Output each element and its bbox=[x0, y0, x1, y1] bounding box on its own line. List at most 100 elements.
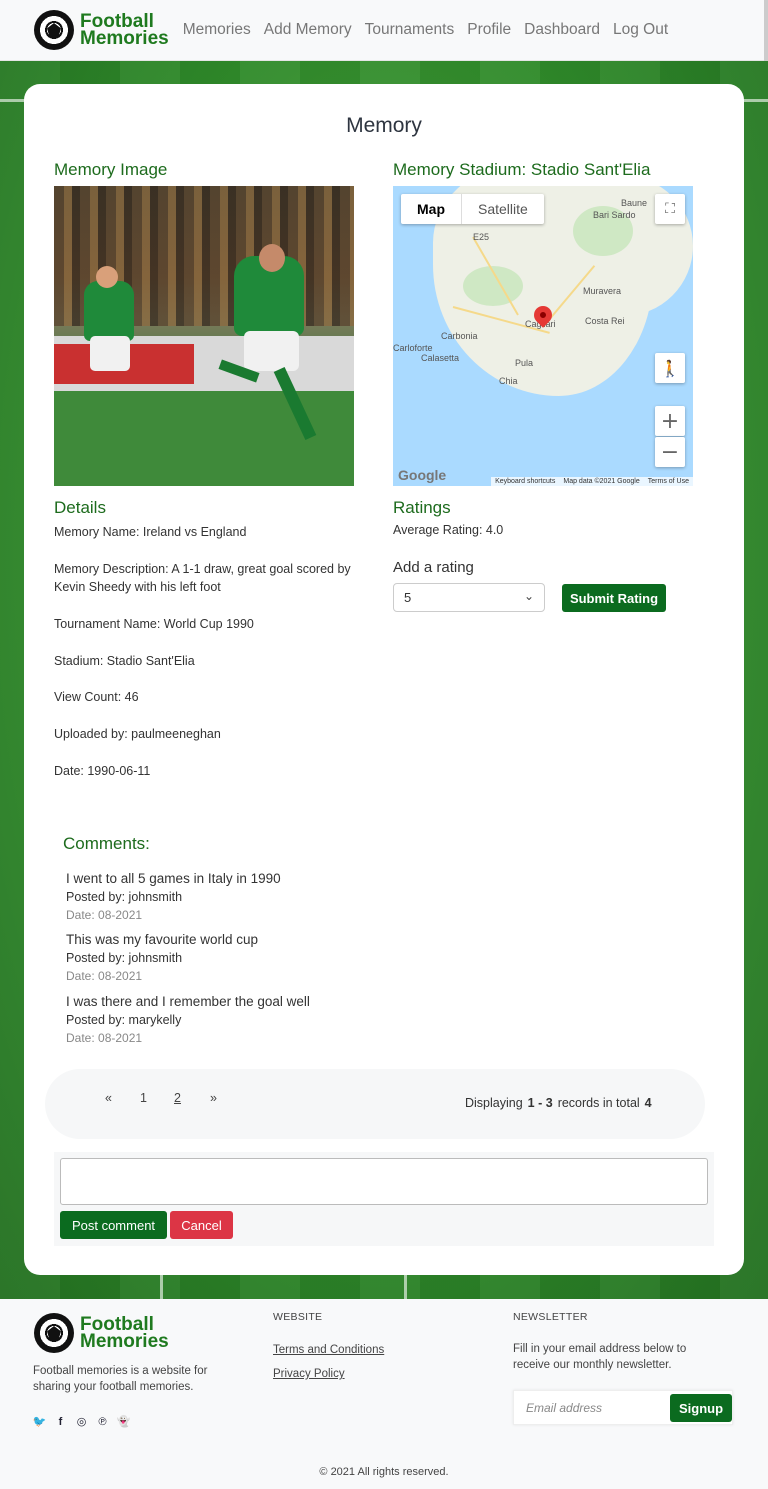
comment-item: I went to all 5 games in Italy in 1990 P… bbox=[66, 870, 281, 924]
snapchat-icon[interactable]: 👻 bbox=[117, 1415, 131, 1428]
memory-description: Memory Description: A 1-1 draw, great go… bbox=[54, 562, 351, 594]
brand-name: Football Memories bbox=[80, 1315, 169, 1352]
map-attribution: Keyboard shortcuts Map data ©2021 Google… bbox=[491, 477, 693, 486]
comment-item: This was my favourite world cup Posted b… bbox=[66, 931, 258, 985]
map-label: Costa Rei bbox=[585, 316, 625, 326]
instagram-icon[interactable]: ◎ bbox=[75, 1415, 88, 1428]
pagination-displaying: Displaying bbox=[465, 1096, 523, 1110]
nav-item-add-memory[interactable]: Add Memory bbox=[264, 21, 352, 39]
navbar: Football Memories Memories Add Memory To… bbox=[0, 0, 768, 61]
photo-turf bbox=[54, 391, 354, 486]
brand-line2: Memories bbox=[80, 1331, 169, 1352]
facebook-icon[interactable]: f bbox=[54, 1415, 67, 1428]
comment-date: Date: 08-2021 bbox=[66, 1031, 143, 1045]
map-label: Carbonia bbox=[441, 331, 478, 341]
nav-item-profile[interactable]: Profile bbox=[467, 21, 511, 39]
satellite-tab[interactable]: Satellite bbox=[462, 194, 544, 224]
submit-rating-button[interactable]: Submit Rating bbox=[562, 584, 666, 612]
add-rating-label: Add a rating bbox=[393, 559, 474, 576]
signup-button[interactable]: Signup bbox=[670, 1394, 732, 1422]
photo-player-kicking bbox=[244, 331, 299, 371]
map-label: Baune bbox=[621, 198, 648, 208]
zoom-in-icon[interactable]: + bbox=[655, 406, 685, 436]
average-rating: Average Rating: 4.0 bbox=[393, 523, 504, 537]
pagination-range: 1 - 3 bbox=[527, 1096, 553, 1110]
football-icon bbox=[34, 1313, 74, 1353]
social-links: 🐦 f ◎ ℗ 👻 bbox=[33, 1415, 131, 1429]
pagination-total: 4 bbox=[644, 1096, 652, 1110]
rating-select-value: 5 bbox=[404, 590, 412, 605]
map-label: Carloforte bbox=[393, 343, 433, 353]
uploaded-by: Uploaded by: paulmeeneghan bbox=[54, 727, 221, 741]
comment-author: Posted by: johnsmith bbox=[66, 890, 183, 904]
pagination-page-2[interactable]: 2 bbox=[174, 1091, 181, 1105]
pitch-line bbox=[160, 1271, 163, 1299]
pagination: « 1 2 » Displaying 1 - 3 records in tota… bbox=[45, 1069, 705, 1139]
terms-of-use-link[interactable]: Terms of Use bbox=[648, 478, 689, 485]
brand-logo[interactable]: Football Memories bbox=[34, 10, 169, 50]
tournament-name: Tournament Name: World Cup 1990 bbox=[54, 617, 254, 631]
scrollbar[interactable] bbox=[764, 0, 768, 61]
view-count: View Count: 46 bbox=[54, 690, 139, 704]
stadium-name: Stadium: Stadio Sant'Elia bbox=[54, 654, 195, 668]
map-label: E25 bbox=[473, 232, 490, 242]
nav-links: Memories Add Memory Tournaments Profile … bbox=[183, 21, 681, 39]
photo-player bbox=[90, 336, 130, 371]
post-comment-button[interactable]: Post comment bbox=[60, 1211, 167, 1239]
map-type-control: Map Satellite bbox=[401, 194, 544, 224]
map-label: Pula bbox=[515, 358, 534, 368]
nav-item-log-out[interactable]: Log Out bbox=[613, 21, 668, 39]
pegman-icon[interactable]: 🚶 bbox=[655, 353, 685, 383]
google-logo: Google bbox=[398, 467, 447, 483]
comment-textarea[interactable] bbox=[60, 1158, 708, 1205]
photo-player bbox=[84, 281, 134, 341]
memory-image-heading: Memory Image bbox=[54, 160, 168, 179]
footer-brand[interactable]: Football Memories bbox=[34, 1313, 169, 1353]
pagination-next[interactable]: » bbox=[210, 1091, 217, 1105]
terms-link[interactable]: Terms and Conditions bbox=[273, 1344, 384, 1356]
brand-name: Football Memories bbox=[80, 12, 169, 49]
map-data-text: Map data ©2021 Google bbox=[563, 478, 640, 485]
footer-description: Football memories is a website for shari… bbox=[33, 1365, 208, 1393]
memory-card: Memory Memory Image Memory Stadium: Stad… bbox=[24, 84, 744, 1275]
photo-player bbox=[96, 266, 118, 288]
comment-author: Posted by: marykelly bbox=[66, 1013, 182, 1027]
pagination-info: Displaying 1 - 3 records in total 4 bbox=[465, 1096, 652, 1110]
nav-item-tournaments[interactable]: Tournaments bbox=[365, 21, 455, 39]
memory-date: Date: 1990-06-11 bbox=[54, 764, 151, 778]
pagination-page-1[interactable]: 1 bbox=[140, 1091, 147, 1105]
comment-date: Date: 08-2021 bbox=[66, 969, 143, 983]
nav-item-dashboard[interactable]: Dashboard bbox=[524, 21, 600, 39]
nav-item-memories[interactable]: Memories bbox=[183, 21, 251, 39]
pagination-prev[interactable]: « bbox=[105, 1091, 112, 1105]
memory-photo bbox=[54, 186, 354, 486]
photo-player-kicking bbox=[259, 244, 285, 272]
twitter-icon[interactable]: 🐦 bbox=[33, 1415, 47, 1428]
pagination-records-label: records in total bbox=[557, 1096, 640, 1110]
newsletter-column-title: NEWSLETTER bbox=[513, 1311, 588, 1323]
map-label: Bari Sardo bbox=[593, 210, 636, 220]
fullscreen-icon[interactable]: ⛶ bbox=[655, 194, 685, 224]
comment-form: Post comment Cancel bbox=[54, 1152, 714, 1246]
comment-author: Posted by: johnsmith bbox=[66, 951, 183, 965]
stadium-map[interactable]: Baune Bari Sardo E25 Muravera Costa Rei … bbox=[393, 186, 693, 486]
comment-text: This was my favourite world cup bbox=[66, 932, 259, 947]
footer: Football Memories Football memories is a… bbox=[0, 1299, 768, 1489]
privacy-link[interactable]: Privacy Policy bbox=[273, 1368, 345, 1380]
comment-text: I was there and I remember the goal well bbox=[66, 994, 310, 1009]
chevron-down-icon: ⌄ bbox=[523, 589, 534, 603]
pinterest-icon[interactable]: ℗ bbox=[96, 1415, 109, 1428]
map-label: Muravera bbox=[583, 286, 622, 296]
copyright: © 2021 All rights reserved. bbox=[319, 1466, 449, 1478]
brand-line2: Memories bbox=[80, 28, 169, 49]
comment-item: I was there and I remember the goal well… bbox=[66, 993, 310, 1047]
map-tab[interactable]: Map bbox=[401, 194, 462, 224]
cancel-button[interactable]: Cancel bbox=[170, 1211, 233, 1239]
ratings-heading: Ratings bbox=[393, 498, 451, 517]
memory-name: Memory Name: Ireland vs England bbox=[54, 525, 247, 539]
keyboard-shortcuts-link[interactable]: Keyboard shortcuts bbox=[495, 478, 555, 485]
rating-select[interactable]: 5 ⌄ bbox=[393, 583, 545, 612]
pitch-line bbox=[404, 1271, 407, 1299]
zoom-out-icon[interactable]: − bbox=[655, 437, 685, 467]
comments-heading: Comments: bbox=[63, 834, 150, 853]
